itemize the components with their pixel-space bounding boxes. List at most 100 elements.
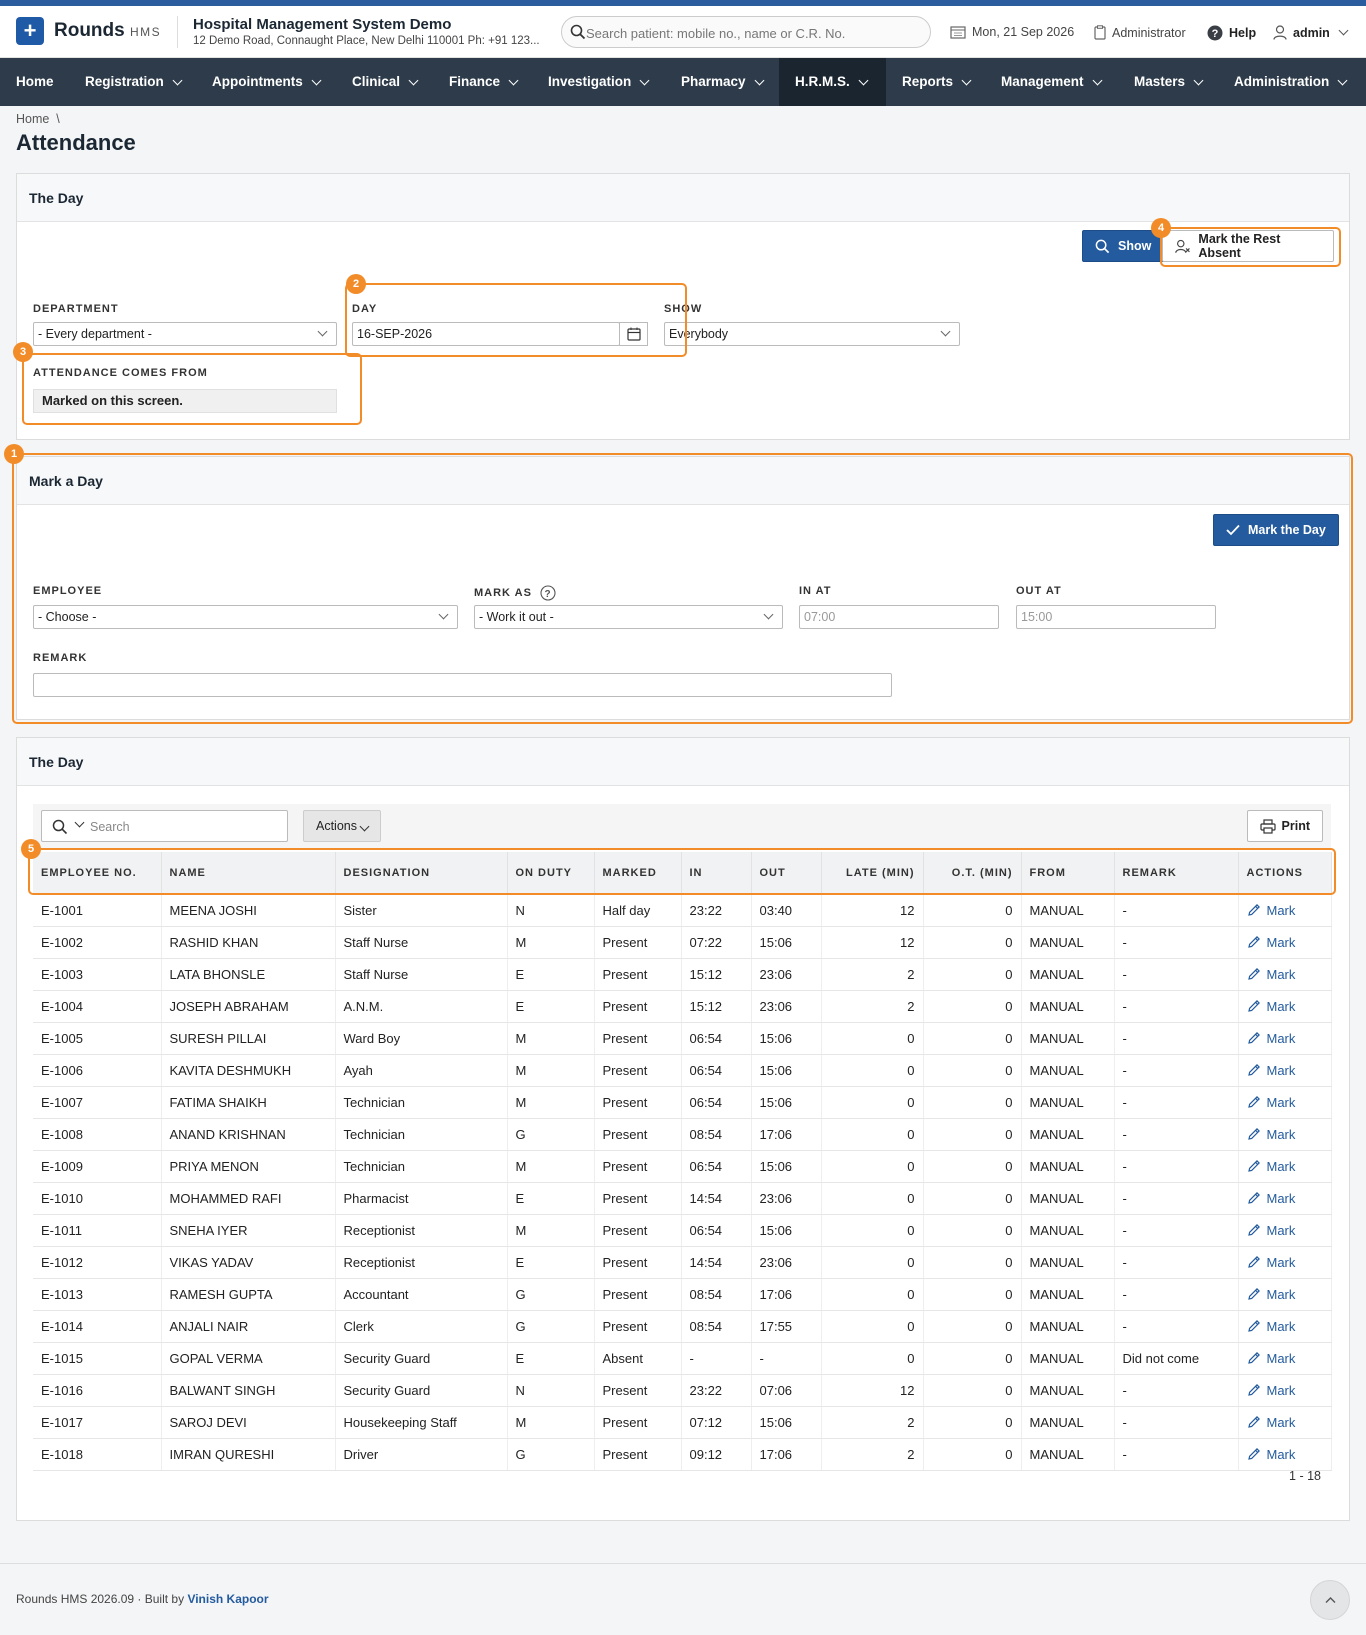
show-select[interactable]: Everybody [664,322,960,346]
remark-cell: - [1114,926,1239,959]
marked-cell: Present [594,1182,682,1215]
mark-row-label: Mark [1266,934,1296,950]
nav-investigation[interactable]: Investigation [532,58,664,106]
out-at-input[interactable] [1016,605,1216,629]
mark-rest-absent-button[interactable]: Mark the Rest Absent [1162,230,1334,262]
column-header[interactable]: O.T. (MIN) [923,852,1022,895]
nav-registration[interactable]: Registration [69,58,197,106]
in-cell: 14:54 [681,1182,752,1215]
column-header[interactable]: IN [681,852,752,895]
nav-label: Pharmacy [681,74,746,89]
chevron-down-icon [763,609,774,620]
nav-pharmacy[interactable]: Pharmacy [665,58,779,106]
designation-cell: A.N.M. [335,990,508,1023]
chevron-down-icon [172,75,183,85]
nav-label: Appointments [212,74,303,89]
nav-management[interactable]: Management [985,58,1117,106]
column-header[interactable]: OUT [751,852,822,895]
mark-row-link[interactable]: Mark [1247,1447,1323,1462]
mark-row-link[interactable]: Mark [1247,999,1323,1014]
on-duty-cell: G [507,1438,595,1471]
nav-finance[interactable]: Finance [433,58,533,106]
mark-row-link[interactable]: Mark [1247,1383,1323,1398]
chevron-down-icon[interactable] [74,817,85,828]
nav-reports[interactable]: Reports [886,58,986,106]
ot-cell: 0 [923,1310,1022,1343]
mark-row-link[interactable]: Mark [1247,1191,1323,1206]
app-name[interactable]: Rounds [54,20,125,42]
mark-row-link[interactable]: Mark [1247,1031,1323,1046]
pencil-icon [1247,1448,1260,1460]
mark-row-link[interactable]: Mark [1247,1415,1323,1430]
nav-hrms[interactable]: H.R.M.S. [779,58,886,106]
header-role[interactable]: Administrator [1094,25,1186,40]
pencil-icon [1247,1000,1260,1012]
mark-row-link[interactable]: Mark [1247,967,1323,982]
mark-row-link[interactable]: Mark [1247,1159,1323,1174]
table-search-input[interactable] [90,817,280,837]
name-cell: KAVITA DESHMUKH [161,1054,336,1087]
search-icon [52,819,68,835]
footer-author-link[interactable]: Vinish Kapoor [187,1592,268,1606]
late-cell: 0 [821,1342,924,1375]
mark-row-link[interactable]: Mark [1247,1319,1323,1334]
in-cell: 08:54 [681,1278,752,1311]
remark-cell: - [1114,1310,1239,1343]
scroll-to-top-button[interactable] [1310,1580,1350,1620]
mark-row-link[interactable]: Mark [1247,1223,1323,1238]
mark-row-link[interactable]: Mark [1247,935,1323,950]
clipboard-icon [1094,25,1106,40]
mark-row-link[interactable]: Mark [1247,1063,1323,1078]
marked-cell: Present [594,1406,682,1439]
print-button[interactable]: Print [1246,810,1323,842]
day-input[interactable] [352,322,620,346]
nav-clinical[interactable]: Clinical [336,58,433,106]
mark-row-link[interactable]: Mark [1247,1287,1323,1302]
breadcrumb-home[interactable]: Home [16,112,49,126]
patient-search[interactable] [561,16,931,48]
column-header[interactable]: REMARK [1114,852,1239,895]
name-cell: SAROJ DEVI [161,1406,336,1439]
in-at-input[interactable] [799,605,999,629]
mark-row-link[interactable]: Mark [1247,1095,1323,1110]
marked-cell: Present [594,1150,682,1183]
column-header[interactable]: NAME [161,852,336,895]
column-header[interactable]: MARKED [594,852,682,895]
nav-administration[interactable]: Administration [1218,58,1362,106]
marked-cell: Present [594,1118,682,1151]
out-cell: 03:40 [751,894,822,927]
mark-row-link[interactable]: Mark [1247,1351,1323,1366]
patient-search-input[interactable] [586,23,916,43]
mark-row-label: Mark [1266,1062,1296,1078]
ot-cell: 0 [923,1022,1022,1055]
help-link[interactable]: ? Help [1207,25,1256,41]
name-cell: LATA BHONSLE [161,958,336,991]
mark-as-select[interactable]: - Work it out - [474,605,783,629]
breadcrumb-separator: \ [56,112,60,126]
mark-row-link[interactable]: Mark [1247,903,1323,918]
logo-plus-icon[interactable]: + [16,17,44,45]
marked-cell: Half day [594,894,682,927]
help-circle-icon[interactable]: ? [540,585,556,601]
column-header[interactable]: EMPLOYEE NO. [33,852,162,895]
date-picker-button[interactable] [619,322,648,346]
mark-the-day-button[interactable]: Mark the Day [1213,514,1339,546]
column-header[interactable]: ON DUTY [507,852,595,895]
department-select[interactable]: - Every department - [33,322,337,346]
table-search[interactable] [41,810,288,842]
table-row: E-1003 LATA BHONSLE Staff Nurse E Present 15:… [33,958,1332,991]
employee-select[interactable]: - Choose - [33,605,458,629]
column-header[interactable]: LATE (MIN) [821,852,924,895]
actions-menu-button[interactable]: Actions [303,810,381,842]
column-header[interactable]: FROM [1021,852,1115,895]
header-date-text: Mon, 21 Sep 2026 [972,25,1075,39]
show-button[interactable]: Show [1082,230,1165,262]
nav-home[interactable]: Home [0,58,70,106]
mark-row-link[interactable]: Mark [1247,1127,1323,1142]
column-header[interactable]: DESIGNATION [335,852,508,895]
nav-masters[interactable]: Masters [1118,58,1218,106]
user-menu[interactable]: admin [1273,25,1349,40]
mark-row-link[interactable]: Mark [1247,1255,1323,1270]
nav-appointments[interactable]: Appointments [196,58,336,106]
remark-input[interactable] [33,673,892,697]
